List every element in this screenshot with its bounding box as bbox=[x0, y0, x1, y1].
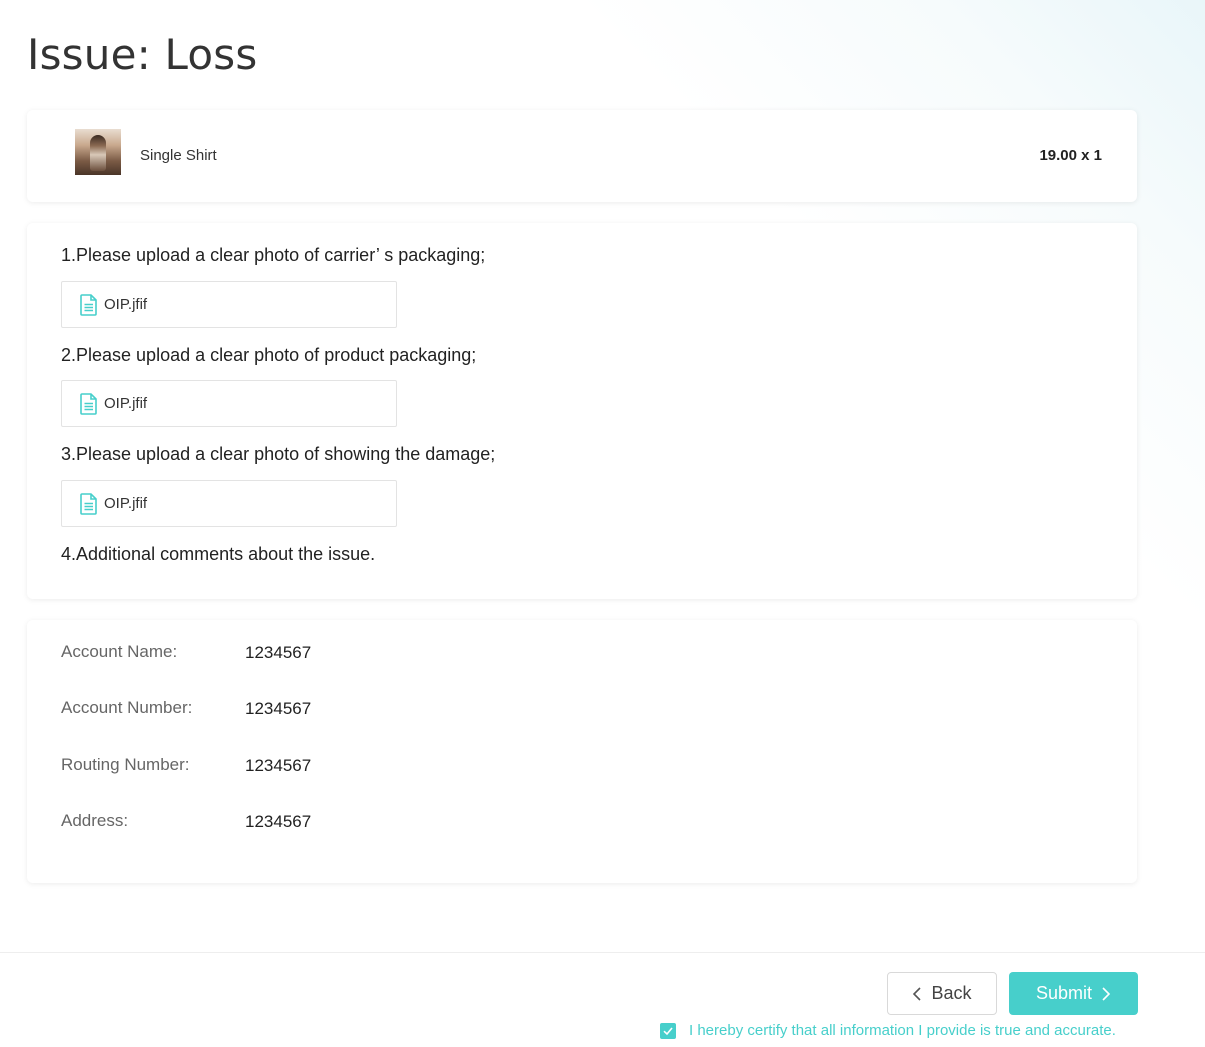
product-thumbnail bbox=[75, 129, 121, 175]
product-card: Single Shirt 19.00 x 1 bbox=[27, 110, 1137, 202]
account-number-value: 1234567 bbox=[245, 699, 312, 718]
page-title: Issue: Loss bbox=[27, 30, 258, 79]
comments-question: 4.Additional comments about the issue. bbox=[61, 544, 376, 564]
chevron-left-icon bbox=[913, 986, 922, 1001]
upload-question-3: 3.Please upload a clear photo of showing… bbox=[61, 444, 496, 464]
submit-button[interactable]: Submit bbox=[1009, 972, 1138, 1015]
uploaded-file-3[interactable]: OIP.jfif bbox=[61, 480, 397, 527]
file-icon bbox=[80, 493, 97, 515]
routing-number-value: 1234567 bbox=[245, 756, 312, 775]
file-name: OIP.jfif bbox=[104, 395, 148, 412]
submit-button-label: Submit bbox=[1035, 983, 1093, 1003]
account-number-label: Account Number: bbox=[61, 698, 193, 717]
file-name: OIP.jfif bbox=[104, 296, 148, 313]
chevron-right-icon bbox=[1102, 986, 1111, 1001]
certify-row: I hereby certify that all information I … bbox=[660, 1022, 1116, 1039]
product-price-quantity: 19.00 x 1 bbox=[1039, 147, 1102, 164]
upload-section: 1.Please upload a clear photo of carrier… bbox=[27, 223, 1137, 599]
back-button[interactable]: Back bbox=[887, 972, 997, 1015]
file-icon bbox=[80, 393, 97, 415]
checkmark-icon bbox=[663, 1026, 673, 1035]
routing-number-label: Routing Number: bbox=[61, 755, 190, 774]
product-name: Single Shirt bbox=[140, 147, 217, 164]
certify-checkbox[interactable] bbox=[660, 1022, 676, 1039]
upload-question-2: 2.Please upload a clear photo of product… bbox=[61, 345, 477, 365]
address-value: 1234567 bbox=[245, 812, 312, 831]
uploaded-file-1[interactable]: OIP.jfif bbox=[61, 281, 397, 328]
file-name: OIP.jfif bbox=[104, 495, 148, 512]
certify-text: I hereby certify that all information I … bbox=[689, 1022, 1116, 1039]
account-name-label: Account Name: bbox=[61, 642, 178, 661]
address-label: Address: bbox=[61, 811, 129, 830]
file-icon bbox=[80, 294, 97, 316]
footer-divider bbox=[0, 952, 1205, 953]
back-button-label: Back bbox=[931, 983, 972, 1003]
account-info-section: Account Name: 1234567 Account Number: 12… bbox=[27, 620, 1137, 883]
account-name-value: 1234567 bbox=[245, 643, 312, 662]
uploaded-file-2[interactable]: OIP.jfif bbox=[61, 380, 397, 427]
upload-question-1: 1.Please upload a clear photo of carrier… bbox=[61, 245, 486, 265]
